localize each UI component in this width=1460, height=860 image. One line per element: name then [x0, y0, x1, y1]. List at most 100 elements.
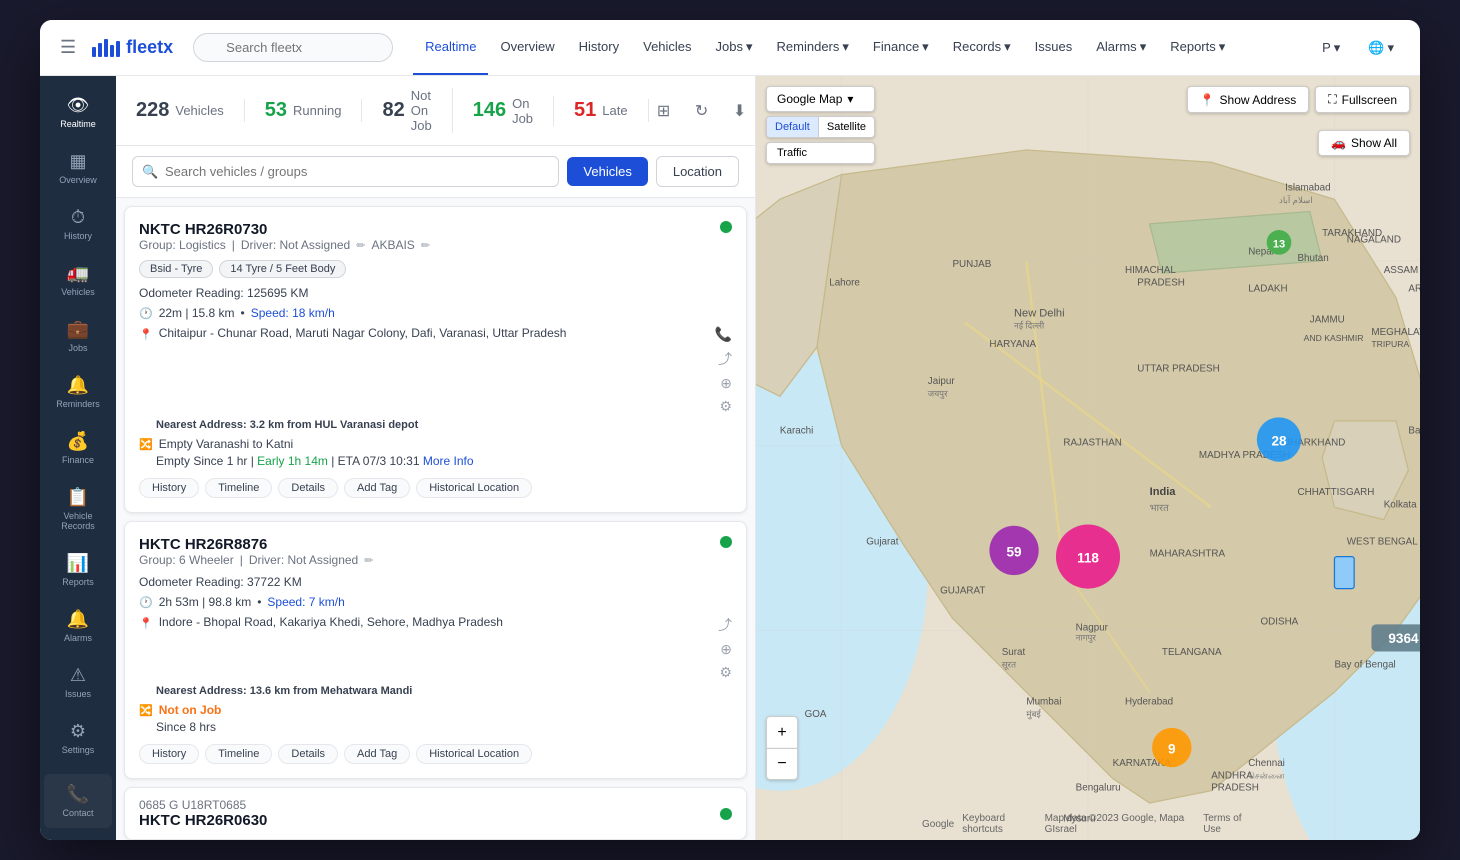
svg-text:HIMACHAL: HIMACHAL: [1125, 265, 1176, 276]
profile-button[interactable]: P ▾: [1312, 34, 1350, 62]
map-zoom-controls: + −: [766, 716, 798, 780]
nav-history[interactable]: History: [567, 21, 631, 75]
satellite-map-button[interactable]: Satellite: [819, 117, 874, 137]
sidebar-item-reminders[interactable]: 🔔 Reminders: [44, 365, 112, 419]
traffic-button[interactable]: Traffic: [766, 142, 875, 164]
gear-icon[interactable]: ⚙: [719, 398, 732, 415]
vehicle-records-icon: 📋: [67, 487, 89, 508]
show-all-button[interactable]: 🚗 Show All: [1318, 130, 1410, 156]
sidebar-label-reminders: Reminders: [56, 399, 100, 409]
history-tag-v1[interactable]: History: [139, 478, 199, 498]
zoom-out-button[interactable]: −: [766, 748, 798, 780]
truck-icon: 🔀: [139, 438, 153, 451]
extra-edit-icon[interactable]: ✏: [421, 239, 430, 252]
vehicle1-speed: Speed: 18 km/h: [251, 306, 335, 320]
sidebar-item-alarms[interactable]: 🔔 Alarms: [44, 599, 112, 653]
svg-text:PUNJAB: PUNJAB: [952, 259, 991, 270]
historical-location-tag-v2[interactable]: Historical Location: [416, 744, 532, 764]
history-tag-v2[interactable]: History: [139, 744, 199, 764]
add-tag-v1[interactable]: Add Tag: [344, 478, 410, 498]
svg-text:Mumbai: Mumbai: [1026, 696, 1061, 707]
nav-alarms[interactable]: Alarms ▾: [1084, 21, 1158, 75]
refresh-button[interactable]: ↻: [687, 96, 717, 126]
target-icon[interactable]: ⊕: [720, 375, 732, 392]
historical-location-tag-v1[interactable]: Historical Location: [416, 478, 532, 498]
vehicle-search-input[interactable]: [132, 156, 559, 187]
phone-icon[interactable]: 📞: [715, 326, 732, 343]
sidebar-item-settings[interactable]: ⚙ Settings: [44, 711, 112, 765]
share-icon-v2[interactable]: ⤴: [718, 615, 732, 635]
nav-realtime[interactable]: Realtime: [413, 21, 488, 75]
jobs-icon: 💼: [67, 319, 89, 340]
chevron-down-icon: ▾: [922, 39, 929, 55]
sidebar-item-guide[interactable]: 👤 Quick Tour Guide: [44, 830, 112, 840]
vehicles-tab-button[interactable]: Vehicles: [567, 157, 647, 186]
svg-text:PRADESH: PRADESH: [1137, 277, 1185, 288]
vehicle2-time: 2h 53m | 98.8 km: [159, 595, 252, 609]
running-label: Running: [293, 103, 341, 118]
google-label: Google: [922, 819, 954, 830]
sidebar-item-overview[interactable]: ▦ Overview: [44, 141, 112, 195]
gear-icon-v2[interactable]: ⚙: [719, 664, 732, 681]
location-pin-icon: 📍: [139, 328, 153, 341]
vehicle1-job-name: Empty Varanashi to Katni: [159, 437, 294, 451]
details-tag-v2[interactable]: Details: [278, 744, 338, 764]
svg-text:Bangladesh: Bangladesh: [1408, 425, 1420, 436]
main-content: 👁 Realtime ▦ Overview ⏱ History 🚛 Vehicl…: [40, 76, 1420, 840]
vehicle2-location: Indore - Bhopal Road, Kakariya Khedi, Se…: [159, 615, 503, 629]
sidebar-item-reports[interactable]: 📊 Reports: [44, 543, 112, 597]
edit-icon-v2[interactable]: ✏: [364, 554, 373, 567]
sidebar-item-vehicle-records[interactable]: 📋 Vehicle Records: [44, 477, 112, 541]
vehicle2-header: HKTC HR26R8876: [139, 536, 732, 553]
show-address-button[interactable]: 📍 Show Address: [1187, 86, 1310, 113]
details-tag-v1[interactable]: Details: [278, 478, 338, 498]
nav-overview[interactable]: Overview: [488, 21, 566, 75]
location-tab-button[interactable]: Location: [656, 156, 739, 187]
sidebar-item-contact[interactable]: 📞 Contact: [44, 774, 112, 828]
vehicle2-meta: Group: 6 Wheeler | Driver: Not Assigned …: [139, 553, 732, 567]
download-button[interactable]: ⬇: [725, 96, 755, 126]
sidebar-item-realtime[interactable]: 👁 Realtime: [44, 85, 112, 139]
tag-bsid-tyre: Bsid - Tyre: [139, 260, 213, 278]
vehicle1-meta: Group: Logistics | Driver: Not Assigned …: [139, 238, 732, 252]
default-map-button[interactable]: Default: [767, 117, 819, 137]
target-icon-v2[interactable]: ⊕: [720, 641, 732, 658]
add-tag-v2[interactable]: Add Tag: [344, 744, 410, 764]
nav-jobs[interactable]: Jobs ▾: [704, 21, 765, 75]
svg-text:TRIPURA: TRIPURA: [1371, 339, 1409, 349]
vehicle2-not-on-job: Not on Job: [159, 703, 222, 717]
stat-actions: ⊞ ↻ ⬇ ▽: [649, 96, 756, 126]
sidebar-item-jobs[interactable]: 💼 Jobs: [44, 309, 112, 363]
sidebar-item-finance[interactable]: 💰 Finance: [44, 421, 112, 475]
vehicle2-action-tags: History Timeline Details Add Tag Histori…: [139, 744, 532, 764]
nav-reminders[interactable]: Reminders ▾: [765, 21, 861, 75]
grid-view-button[interactable]: ⊞: [649, 96, 679, 126]
nav-finance[interactable]: Finance ▾: [861, 21, 941, 75]
vehicle2-nearest: Nearest Address: 13.6 km from Mehatwara …: [156, 685, 732, 697]
google-map-button[interactable]: Google Map ▾: [766, 86, 875, 112]
fullscreen-button[interactable]: ⛶ Fullscreen: [1315, 86, 1410, 113]
hamburger-menu[interactable]: ☰: [56, 33, 80, 62]
zoom-in-button[interactable]: +: [766, 716, 798, 748]
nav-vehicles[interactable]: Vehicles: [631, 21, 703, 75]
svg-text:सूरत: सूरत: [1002, 659, 1017, 670]
keyboard-shortcuts[interactable]: Keyboard shortcuts: [962, 813, 1036, 835]
timeline-tag-v2[interactable]: Timeline: [205, 744, 272, 764]
timeline-tag-v1[interactable]: Timeline: [205, 478, 272, 498]
sidebar-item-history[interactable]: ⏱ History: [44, 197, 112, 251]
terms-of-use[interactable]: Terms of Use: [1203, 813, 1254, 835]
sidebar-item-vehicles[interactable]: 🚛 Vehicles: [44, 253, 112, 307]
svg-text:اسلام آباد: اسلام آباد: [1279, 194, 1313, 206]
global-search-input[interactable]: [193, 33, 393, 62]
vehicle1-more-info[interactable]: More Info: [423, 454, 474, 468]
stat-on-job: 146 On Job: [453, 96, 554, 126]
nav-records[interactable]: Records ▾: [941, 21, 1023, 75]
sidebar-item-issues[interactable]: ⚠ Issues: [44, 655, 112, 709]
edit-icon[interactable]: ✏: [356, 239, 365, 252]
language-button[interactable]: 🌐 ▾: [1358, 34, 1404, 62]
share-icon[interactable]: ⤴: [718, 349, 732, 369]
nav-reports[interactable]: Reports ▾: [1158, 21, 1237, 75]
svg-text:ARUNACHAL: ARUNACHAL: [1408, 284, 1420, 295]
app-logo[interactable]: fleetx: [92, 37, 173, 58]
nav-issues[interactable]: Issues: [1023, 21, 1085, 75]
